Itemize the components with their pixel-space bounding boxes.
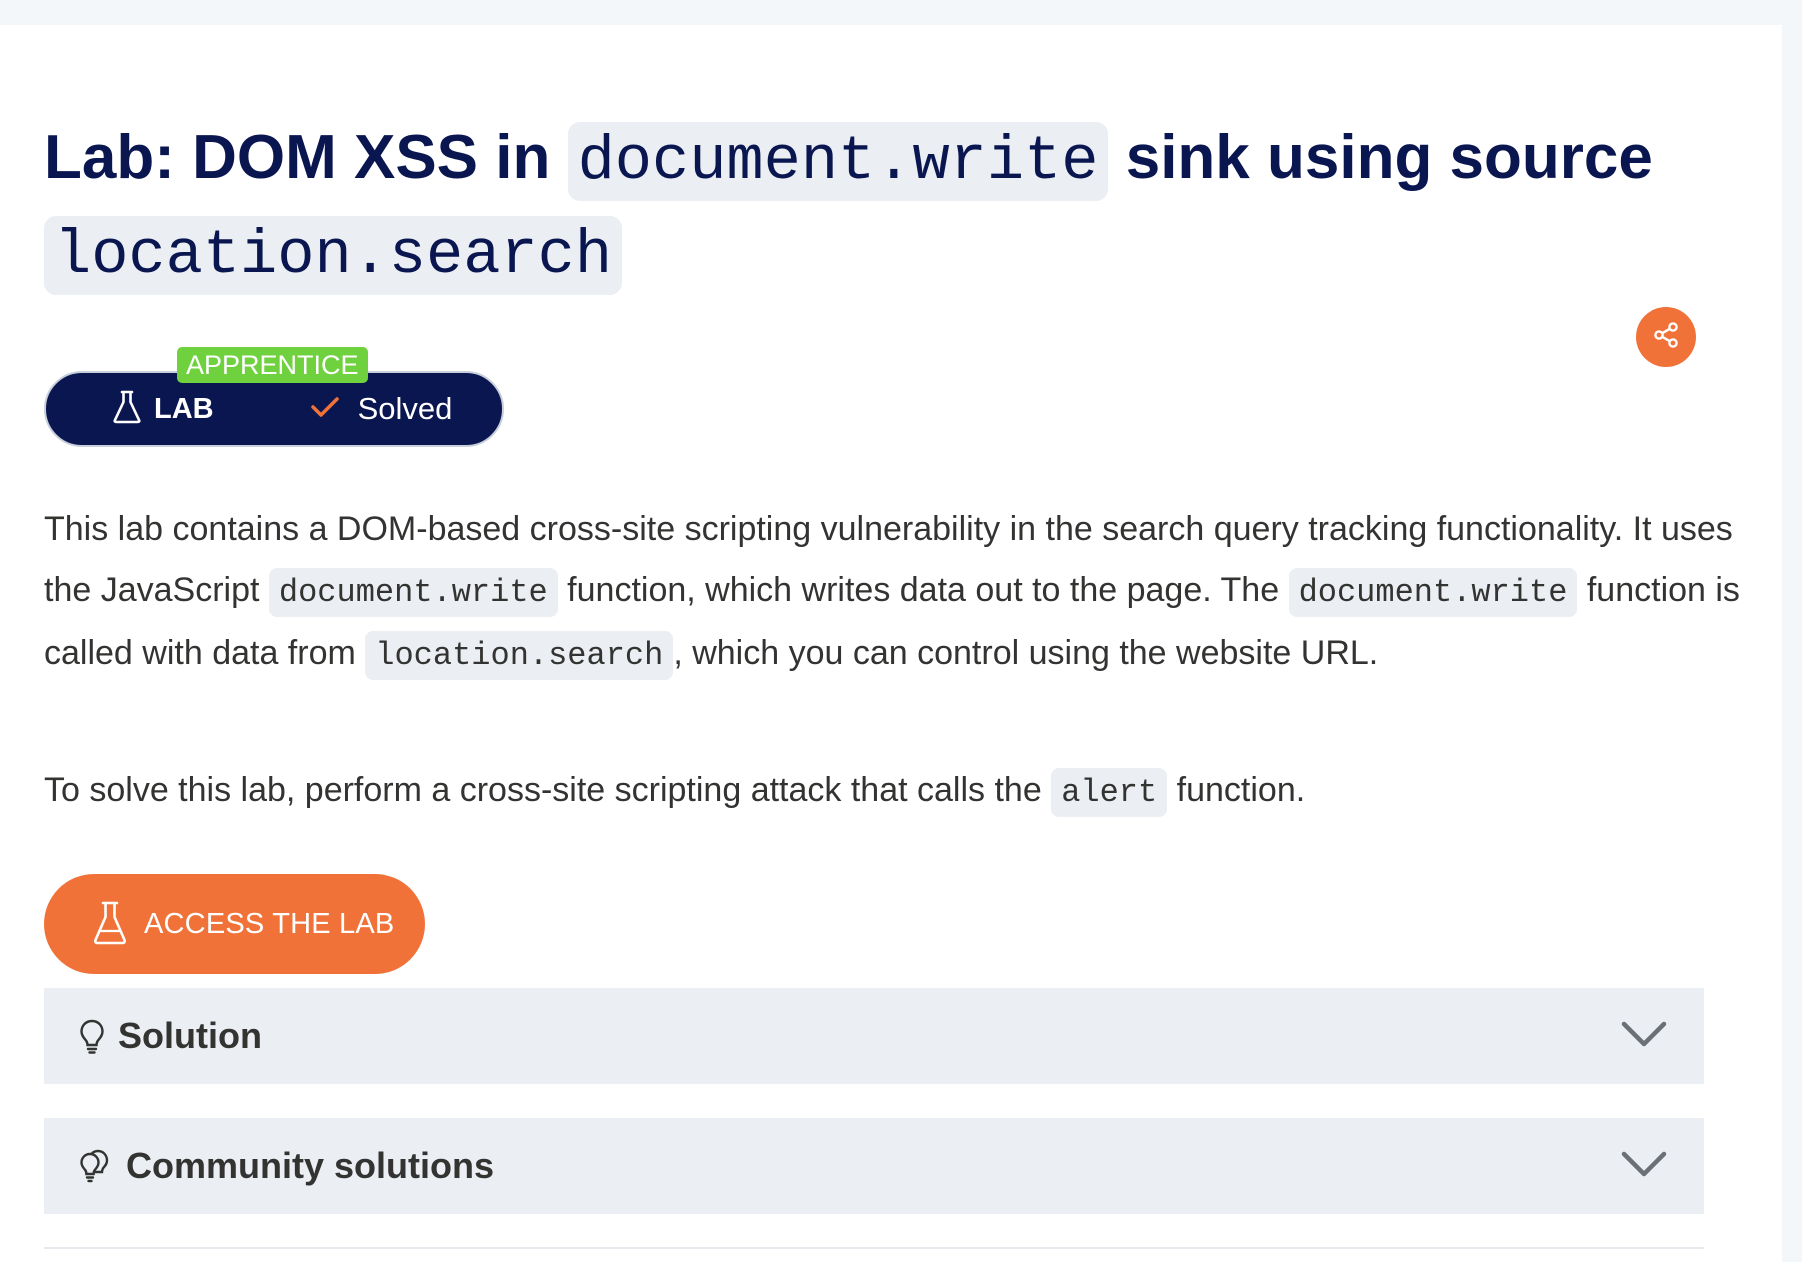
solved-status: Solved xyxy=(310,391,453,427)
inline-code: document.write xyxy=(268,568,558,617)
share-icon xyxy=(1651,320,1681,355)
lightbulb-icon xyxy=(78,1018,106,1054)
solution-label: Solution xyxy=(118,1015,262,1056)
inline-code: alert xyxy=(1051,768,1168,817)
checkmark-icon xyxy=(310,395,340,424)
title-middle: sink using source xyxy=(1108,123,1653,192)
share-button[interactable] xyxy=(1636,307,1696,367)
objective-text: function. xyxy=(1167,771,1306,809)
access-lab-button[interactable]: ACCESS THE LAB xyxy=(44,874,425,974)
chevron-down-icon xyxy=(1620,1146,1668,1187)
lab-type-label: LAB xyxy=(154,392,214,425)
solution-accordion[interactable]: Solution xyxy=(44,988,1704,1084)
title-code-document-write: document.write xyxy=(567,122,1109,201)
lab-type: LAB xyxy=(112,390,214,429)
lightbulbs-icon xyxy=(78,1148,114,1184)
access-lab-label: ACCESS THE LAB xyxy=(144,907,395,940)
inline-code: location.search xyxy=(365,631,674,680)
title-code-location-search: location.search xyxy=(44,216,623,295)
lab-objective: To solve this lab, perform a cross-site … xyxy=(44,760,1744,823)
flask-icon xyxy=(92,900,128,949)
description-text: , which you can control using the websit… xyxy=(673,634,1379,672)
description-text: function, which writes data out to the p… xyxy=(557,571,1289,609)
community-solutions-accordion[interactable]: Community solutions xyxy=(44,1118,1704,1214)
page-title: Lab: DOM XSS in document.write sink usin… xyxy=(44,113,1754,301)
chevron-down-icon xyxy=(1620,1016,1668,1057)
level-tag: APPRENTICE xyxy=(177,347,368,383)
lab-description: This lab contains a DOM-based cross-site… xyxy=(44,499,1744,686)
flask-icon xyxy=(112,390,142,429)
page: Lab: DOM XSS in document.write sink usin… xyxy=(0,25,1782,1262)
title-prefix: Lab: DOM XSS in xyxy=(44,123,568,192)
objective-text: To solve this lab, perform a cross-site … xyxy=(44,771,1052,809)
community-solutions-label: Community solutions xyxy=(126,1145,494,1186)
inline-code: document.write xyxy=(1288,568,1578,617)
lab-badge: APPRENTICE LAB Solved xyxy=(44,347,508,452)
status-label: Solved xyxy=(357,391,453,426)
section-divider xyxy=(44,1247,1704,1249)
